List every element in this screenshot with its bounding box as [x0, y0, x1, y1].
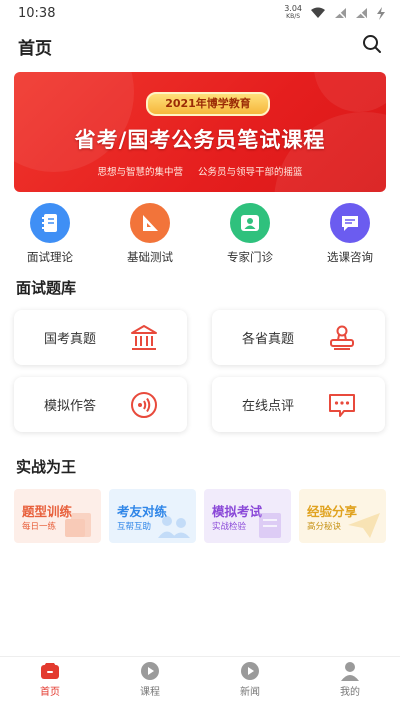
- building-icon: [131, 324, 157, 350]
- quick-action-basic-test[interactable]: 基础测试: [105, 203, 195, 265]
- banner-subtitle-right: 公务员与领导干部的摇篮: [198, 167, 303, 178]
- status-icons: 3.04 KB/S: [284, 5, 386, 21]
- tab-courses[interactable]: 课程: [110, 657, 190, 701]
- quick-action-expert-clinic[interactable]: 专家门诊: [205, 203, 295, 265]
- card-label: 各省真题: [242, 332, 295, 347]
- bottom-tab-bar: 首页 课程 新闻 我的: [0, 656, 400, 701]
- practice-card-subtitle: 互帮互助: [117, 522, 152, 532]
- notebook-icon: [30, 203, 70, 243]
- banner-headline: 省考/国考公务员笔试课程: [74, 128, 326, 152]
- net-speed: 3.04 KB/S: [284, 5, 302, 21]
- chat-icon: [330, 203, 370, 243]
- card-label: 模拟作答: [44, 399, 97, 414]
- quick-action-label: 专家门诊: [227, 250, 273, 264]
- net-speed-value: 3.04: [284, 4, 302, 13]
- section-title-practice: 实战为王: [16, 458, 77, 476]
- practice-card-peer-practice[interactable]: 考友对练 互帮互助: [109, 489, 196, 543]
- card-online-review[interactable]: 在线点评: [212, 377, 385, 432]
- wifi-icon: [311, 7, 325, 18]
- header: 首页: [0, 30, 400, 60]
- document-icon: [65, 513, 91, 537]
- status-bar: 10:38 3.04 KB/S: [0, 0, 400, 26]
- stamp-icon: [330, 325, 354, 350]
- practice-card-subtitle: 高分秘诀: [307, 522, 342, 532]
- practice-card-subtitle: 实战检验: [212, 522, 247, 532]
- paper-plane-icon: [348, 513, 380, 538]
- practice-card-question-training[interactable]: 题型训练 每日一练: [14, 489, 101, 543]
- audio-wave-icon: [131, 391, 157, 418]
- comment-icon: [329, 393, 355, 417]
- practice-grid: 题型训练 每日一练 考友对练 互帮互助 模拟考试 实战检验 经验分享 高分秘诀: [14, 489, 386, 543]
- card-mock-answer[interactable]: 模拟作答: [14, 377, 187, 432]
- banner-tag: 2021年博学教育: [146, 92, 270, 116]
- quick-action-interview-theory[interactable]: 面试理论: [5, 203, 95, 265]
- practice-card-mock-exam[interactable]: 模拟考试 实战检验: [204, 489, 291, 543]
- people-icon: [158, 516, 190, 538]
- tab-profile[interactable]: 我的: [310, 657, 390, 701]
- quick-action-course-consult[interactable]: 选课咨询: [305, 203, 395, 265]
- banner-subtitle: 思想与智慧的集中营 公务员与领导干部的摇篮: [14, 164, 386, 178]
- page-title: 首页: [18, 39, 52, 59]
- card-national-exam[interactable]: 国考真题: [14, 310, 187, 365]
- card-label: 在线点评: [242, 399, 295, 414]
- person-icon: [230, 203, 270, 243]
- ruler-triangle-icon: [130, 203, 170, 243]
- user-icon: [339, 661, 361, 681]
- tab-label: 我的: [340, 687, 360, 698]
- promo-banner[interactable]: 2021年博学教育 省考/国考公务员笔试课程 思想与智慧的集中营 公务员与领导干…: [14, 72, 386, 192]
- section-title-interview-bank: 面试题库: [16, 279, 77, 297]
- practice-card-subtitle: 每日一练: [22, 522, 57, 532]
- no-signal-icon: [335, 8, 346, 19]
- status-time: 10:38: [18, 5, 56, 21]
- quick-action-label: 选课咨询: [327, 250, 373, 264]
- tab-home[interactable]: 首页: [10, 657, 90, 701]
- banner-subtitle-left: 思想与智慧的集中营: [97, 167, 183, 178]
- net-speed-unit: KB/S: [286, 13, 301, 20]
- play-circle-icon: [239, 661, 261, 681]
- practice-card-experience-share[interactable]: 经验分享 高分秘诀: [299, 489, 386, 543]
- tab-news[interactable]: 新闻: [210, 657, 290, 701]
- no-signal-icon-2: [356, 8, 367, 19]
- search-icon[interactable]: [362, 34, 382, 54]
- home-icon: [39, 661, 61, 681]
- exam-paper-icon: [259, 513, 281, 538]
- tab-label: 课程: [140, 687, 160, 698]
- quick-actions: 面试理论 基础测试 专家门诊 选课咨询: [0, 203, 400, 265]
- quick-action-label: 面试理论: [27, 250, 73, 264]
- card-label: 国考真题: [44, 332, 97, 347]
- quick-action-label: 基础测试: [127, 250, 173, 264]
- play-circle-icon: [139, 661, 161, 681]
- tab-label: 首页: [40, 687, 60, 698]
- battery-charging-icon: [377, 6, 385, 20]
- tab-label: 新闻: [240, 687, 260, 698]
- card-provincial-exam[interactable]: 各省真题: [212, 310, 385, 365]
